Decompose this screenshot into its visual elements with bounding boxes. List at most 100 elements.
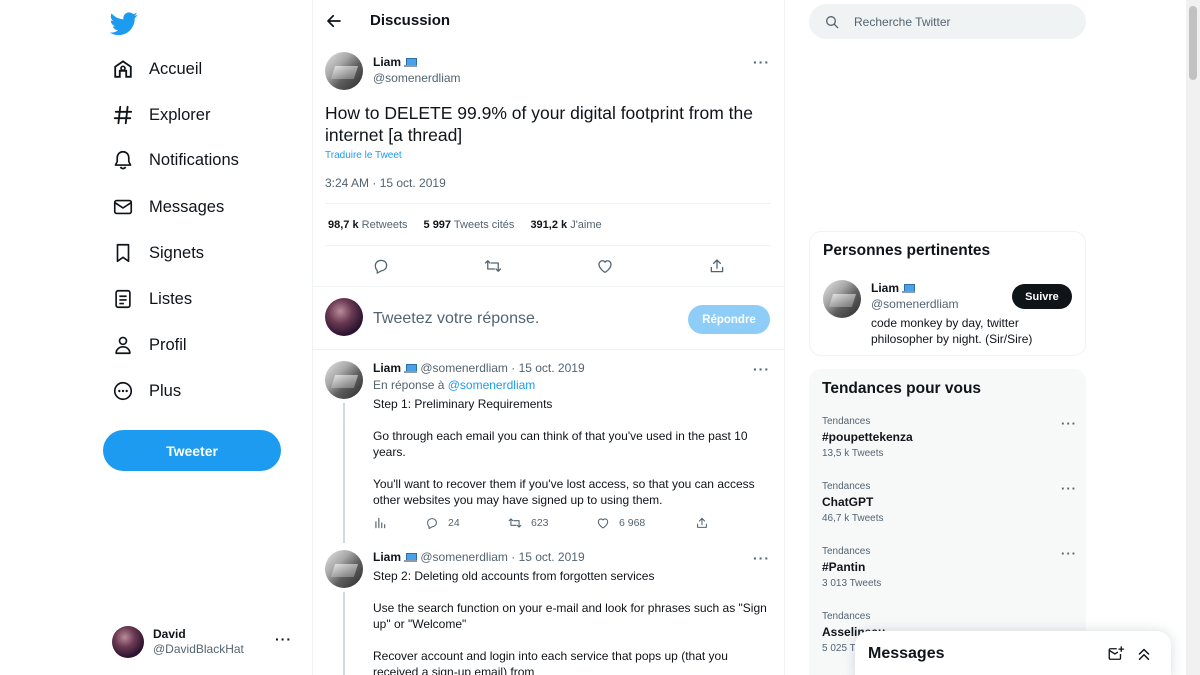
likes-stat[interactable]: 391,2 k J'aime <box>530 219 601 231</box>
trend-category: Tendances <box>822 481 871 492</box>
more-dots-icon[interactable]: ··· <box>753 361 770 377</box>
tweet-header: Liam @somenerdliam · 15 oct. 2019 <box>373 550 585 564</box>
thread-tweet[interactable]: Liam @somenerdliam · 15 oct. 2019 ··· En… <box>313 351 784 543</box>
avatar[interactable] <box>325 550 363 588</box>
reply-count[interactable]: 24 <box>425 516 460 530</box>
like-count[interactable]: 6 968 <box>596 516 645 530</box>
retweet-icon[interactable] <box>481 254 505 278</box>
related-user-name[interactable]: Liam <box>871 281 916 295</box>
page-header: Discussion <box>313 0 784 42</box>
nav-item-bookmarks[interactable]: Signets <box>108 233 204 273</box>
like-icon <box>597 518 609 529</box>
nav-label: Listes <box>149 289 193 308</box>
avatar[interactable] <box>325 52 363 90</box>
author-name[interactable]: Liam <box>373 55 418 69</box>
account-switcher[interactable]: David @DavidBlackHat ··· <box>112 622 298 662</box>
nav-item-explore[interactable]: Explorer <box>108 95 210 135</box>
retweet-icon <box>508 518 522 528</box>
nav-item-profile[interactable]: Profil <box>108 325 187 365</box>
trend-count: 13,5 k Tweets <box>822 448 884 459</box>
tweet-paragraph: You'll want to recover them if you've lo… <box>373 477 755 507</box>
nav-item-messages[interactable]: Messages <box>108 187 224 227</box>
home-icon <box>108 54 138 84</box>
reply-context: En réponse à @somenerdliam <box>373 378 536 392</box>
nav-item-lists[interactable]: Listes <box>108 279 192 319</box>
trend-count: 46,7 k Tweets <box>822 513 884 524</box>
account-name: David <box>153 627 186 641</box>
share-icon[interactable] <box>705 254 729 278</box>
more-dots-icon[interactable]: ··· <box>1061 546 1077 561</box>
trend-category: Tendances <box>822 546 871 557</box>
search-icon <box>826 15 839 28</box>
hashtag-icon <box>108 100 138 130</box>
main-tweet: Liam @somenerdliam ··· How to DELETE 99.… <box>313 42 784 287</box>
new-message-icon[interactable] <box>1107 645 1125 663</box>
retweet-count[interactable]: 623 <box>508 516 549 530</box>
search-input[interactable] <box>854 14 1054 29</box>
author-meta[interactable]: @somenerdliam · 15 oct. 2019 <box>420 550 584 564</box>
analytics-icon[interactable] <box>373 516 387 530</box>
divider <box>325 245 771 246</box>
avatar[interactable] <box>823 280 861 318</box>
tweet-header: Liam @somenerdliam · 15 oct. 2019 <box>373 361 585 375</box>
tweet-paragraph: Go through each email you can think of t… <box>373 429 748 459</box>
reply-button[interactable]: Répondre <box>688 305 770 334</box>
tweet-timestamp[interactable]: 3:24 AM · 15 oct. 2019 <box>325 176 446 190</box>
more-dots-icon[interactable]: ··· <box>753 54 770 70</box>
right-sidebar: Personnes pertinentes Liam @somenerdliam… <box>785 0 1200 675</box>
trend-item[interactable]: Tendances #poupettekenza 13,5 k Tweets ·… <box>822 416 1077 466</box>
divider <box>313 286 784 287</box>
expand-up-icon[interactable] <box>1135 645 1153 663</box>
nav-item-more[interactable]: Plus <box>108 371 181 411</box>
envelope-icon <box>108 192 138 222</box>
avatar[interactable] <box>325 361 363 399</box>
author-name[interactable]: Liam <box>373 361 401 375</box>
trend-item[interactable]: Tendances #Pantin 3 013 Tweets ··· <box>822 546 1077 596</box>
trends-card: Tendances pour vous Tendances #poupettek… <box>809 369 1086 675</box>
like-icon[interactable] <box>593 254 617 278</box>
quotes-stat[interactable]: 5 997 Tweets cités <box>424 219 515 231</box>
search-bar[interactable] <box>809 4 1086 39</box>
reply-input[interactable] <box>373 308 673 330</box>
translate-link[interactable]: Traduire le Tweet <box>325 150 402 161</box>
reply-to-handle-link[interactable]: @somenerdliam <box>448 378 536 392</box>
trend-item[interactable]: Tendances ChatGPT 46,7 k Tweets ··· <box>822 481 1077 531</box>
trend-count: 3 013 Tweets <box>822 578 882 589</box>
back-arrow-icon[interactable] <box>325 12 343 30</box>
nav-item-home[interactable]: Accueil <box>108 49 202 89</box>
messages-drawer[interactable]: Messages <box>855 631 1171 675</box>
avatar <box>112 626 144 658</box>
laptop-emoji-icon <box>404 553 418 562</box>
scrollbar-thumb[interactable] <box>1189 6 1197 80</box>
tweet-paragraph: Step 1: Preliminary Requirements <box>373 397 553 411</box>
trend-name: ChatGPT <box>822 495 874 509</box>
trend-name: #poupettekenza <box>822 430 913 444</box>
avatar <box>325 298 363 336</box>
messages-drawer-title: Messages <box>868 645 945 662</box>
author-handle[interactable]: @somenerdliam <box>373 71 461 85</box>
more-dots-icon[interactable]: ··· <box>753 550 770 566</box>
reply-icon[interactable] <box>369 254 393 278</box>
follow-button[interactable]: Suivre <box>1012 284 1072 309</box>
related-user-handle[interactable]: @somenerdliam <box>871 297 959 311</box>
thread-tweet[interactable]: Liam @somenerdliam · 15 oct. 2019 ··· St… <box>313 540 784 675</box>
author-meta[interactable]: @somenerdliam · 15 oct. 2019 <box>420 361 584 375</box>
card-title: Tendances pour vous <box>822 380 982 397</box>
nav-item-notifications[interactable]: Notifications <box>108 140 239 180</box>
more-dots-icon[interactable]: ··· <box>275 631 292 647</box>
author-name[interactable]: Liam <box>373 550 401 564</box>
more-circle-icon <box>108 376 138 406</box>
twitter-bird-icon[interactable] <box>110 9 138 37</box>
more-dots-icon[interactable]: ··· <box>1061 416 1077 431</box>
more-dots-icon[interactable]: ··· <box>1061 481 1077 496</box>
page-scrollbar[interactable] <box>1186 0 1200 675</box>
tweet-paragraph: Use the search function on your e-mail a… <box>373 601 767 631</box>
nav-label: Accueil <box>149 59 203 78</box>
nav-label: Plus <box>149 381 182 400</box>
laptop-emoji-icon <box>404 364 418 373</box>
main-column: Discussion Liam @somenerdliam ··· How to… <box>312 0 785 675</box>
retweets-stat[interactable]: 98,7 k Retweets <box>328 219 408 231</box>
related-user-bio: code monkey by day, twitter philosopher … <box>871 316 1033 346</box>
tweet-button[interactable]: Tweeter <box>103 430 281 471</box>
share-icon[interactable] <box>695 516 709 530</box>
